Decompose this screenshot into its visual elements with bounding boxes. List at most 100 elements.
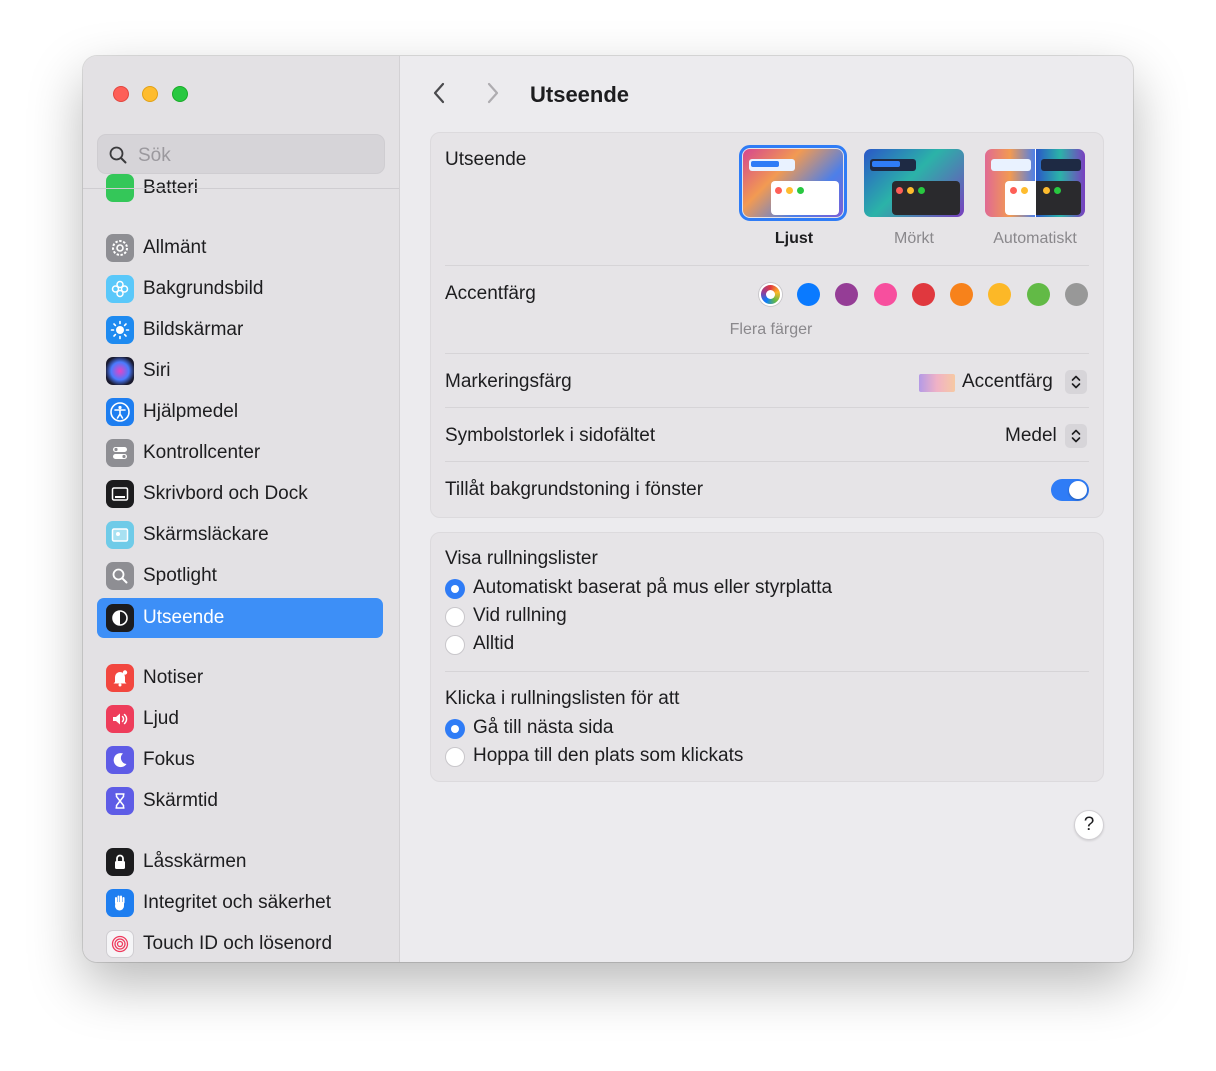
sidebar-item-integritet-och-sakerhet[interactable]: Integritet och säkerhet (97, 883, 383, 923)
magnifier-icon (106, 562, 134, 590)
divider (445, 671, 1089, 672)
appearance-option-label: Mörkt (894, 230, 934, 247)
sidebar-item-skarmslackare[interactable]: Skärmsläckare (97, 515, 383, 555)
sidebar-item-skarmtid[interactable]: Skärmtid (97, 781, 383, 821)
scrollbar-settings-card: Visa rullningslister Automatiskt baserat… (430, 532, 1104, 782)
click-next-page-radio[interactable] (445, 719, 465, 739)
bell-icon (106, 664, 134, 692)
sidebar-divider (83, 188, 399, 189)
sidebar-item-label: Notiser (143, 667, 204, 688)
moon-icon (106, 746, 134, 774)
up-down-chevron-icon (1071, 375, 1081, 389)
sidebar-item-label: Kontrollcenter (143, 442, 261, 463)
sidebar-item-label: Skärmtid (143, 790, 218, 811)
sidebar-item-label: Allmänt (143, 237, 207, 258)
sidebar-item-skrivbord-och-dock[interactable]: Skrivbord och Dock (97, 474, 383, 514)
sidebar-item-notiser[interactable]: Notiser (97, 658, 383, 698)
sidebar-item-label: Bildskärmar (143, 319, 244, 340)
sidebar-item-bakgrundsbild[interactable]: Bakgrundsbild (97, 269, 383, 309)
scrollbars-always-radio[interactable] (445, 635, 465, 655)
hourglass-icon (106, 787, 134, 815)
forward-chevron-icon[interactable] (482, 81, 502, 105)
radio-label: Vid rullning (473, 605, 567, 626)
page-title: Utseende (530, 82, 630, 107)
appearance-icon (106, 604, 134, 632)
back-chevron-icon[interactable] (430, 81, 450, 105)
sidebar-item-label: Utseende (143, 607, 225, 628)
sidebar-item-label: Fokus (143, 749, 195, 770)
sidebar-icon-size-value[interactable]: Medel (1005, 425, 1057, 447)
sidebar-item-kontrollcenter[interactable]: Kontrollcenter (97, 433, 383, 473)
sidebar-icon-size-stepper[interactable] (1065, 424, 1087, 448)
highlight-color-stepper[interactable] (1065, 370, 1087, 394)
accent-caption: Flera färger (729, 321, 813, 338)
sidebar-item-label: Låsskärmen (143, 851, 247, 872)
sidebar-item-label: Ljud (143, 708, 179, 729)
radio-label: Hoppa till den plats som klickats (473, 745, 744, 766)
dock-icon (106, 480, 134, 508)
sidebar-item-label: Bakgrundsbild (143, 278, 264, 299)
accessibility-icon (106, 398, 134, 426)
sidebar-item-hjalpmedel[interactable]: Hjälpmedel (97, 392, 383, 432)
wallpaper-tinting-label: Tillåt bakgrundstoning i fönster (445, 479, 704, 500)
sidebar-item-fokus[interactable]: Fokus (97, 740, 383, 780)
sidebar-item-utseende[interactable]: Utseende (97, 598, 383, 638)
sidebar-item-label: Siri (143, 360, 171, 381)
appearance-option-auto[interactable] (985, 149, 1085, 217)
show-scrollbars-label: Visa rullningslister (445, 548, 598, 569)
sidebar-item-label: Skrivbord och Dock (143, 483, 308, 504)
divider (445, 461, 1089, 462)
up-down-chevron-icon (1071, 429, 1081, 443)
search-icon (109, 146, 127, 164)
accent-pink-swatch[interactable] (874, 283, 897, 306)
accent-graphite-swatch[interactable] (1065, 283, 1088, 306)
sidebar-item-spotlight[interactable]: Spotlight (97, 556, 383, 596)
siri-icon (106, 357, 134, 385)
sidebar-icon-size-label: Symbolstorlek i sidofältet (445, 425, 656, 446)
appearance-settings-card: Utseende Ljust Mörkt Automatiskt Accentf… (430, 132, 1104, 518)
highlight-color-label: Markeringsfärg (445, 371, 572, 392)
sidebar-item-label: Spotlight (143, 565, 217, 586)
toggles-icon (106, 439, 134, 467)
divider (445, 265, 1089, 266)
settings-window: Sök Batteri Allmänt Bakgrundsbild Bildsk… (83, 56, 1133, 962)
accent-red-swatch[interactable] (912, 283, 935, 306)
scrollbars-auto-radio[interactable] (445, 579, 465, 599)
scrollbars-on-scroll-radio[interactable] (445, 607, 465, 627)
accent-color-label: Accentfärg (445, 283, 536, 304)
sidebar-item-label: Skärmsläckare (143, 524, 269, 545)
minimize-button[interactable] (142, 86, 158, 102)
accent-orange-swatch[interactable] (950, 283, 973, 306)
sidebar-item-touch-id-och-losenord[interactable]: Touch ID och lösenord (97, 924, 383, 962)
accent-yellow-swatch[interactable] (988, 283, 1011, 306)
zoom-button[interactable] (172, 86, 188, 102)
appearance-option-dark[interactable] (864, 149, 964, 217)
accent-green-swatch[interactable] (1027, 283, 1050, 306)
accent-blue-swatch[interactable] (797, 283, 820, 306)
sidebar-item-allmant[interactable]: Allmänt (97, 228, 383, 268)
search-placeholder: Sök (138, 145, 171, 166)
accent-multicolor-swatch[interactable] (759, 283, 782, 306)
sidebar-item-bildskarmar[interactable]: Bildskärmar (97, 310, 383, 350)
main-content: Utseende Utseende Ljust Mörkt Automatisk… (400, 56, 1133, 962)
help-button[interactable]: ? (1074, 810, 1104, 840)
sidebar-item-siri[interactable]: Siri (97, 351, 383, 391)
speaker-icon (106, 705, 134, 733)
appearance-option-label: Automatiskt (993, 230, 1077, 247)
radio-label: Alltid (473, 633, 515, 654)
fingerprint-icon (106, 930, 134, 958)
toggle-knob (1069, 481, 1087, 499)
close-button[interactable] (113, 86, 129, 102)
screensaver-icon (106, 521, 134, 549)
highlight-color-value[interactable]: Accentfärg (962, 371, 1053, 393)
hand-icon (106, 889, 134, 917)
sidebar-item-lasskarmen[interactable]: Låsskärmen (97, 842, 383, 882)
sidebar: Sök Batteri Allmänt Bakgrundsbild Bildsk… (83, 56, 400, 962)
click-jump-to-spot-radio[interactable] (445, 747, 465, 767)
accent-purple-swatch[interactable] (835, 283, 858, 306)
sidebar-item-ljud[interactable]: Ljud (97, 699, 383, 739)
wallpaper-tinting-toggle[interactable] (1051, 479, 1089, 501)
appearance-option-light[interactable] (739, 145, 847, 221)
sidebar-item-label: Touch ID och lösenord (143, 933, 333, 954)
click-scrollbar-label: Klicka i rullningslisten för att (445, 688, 680, 709)
